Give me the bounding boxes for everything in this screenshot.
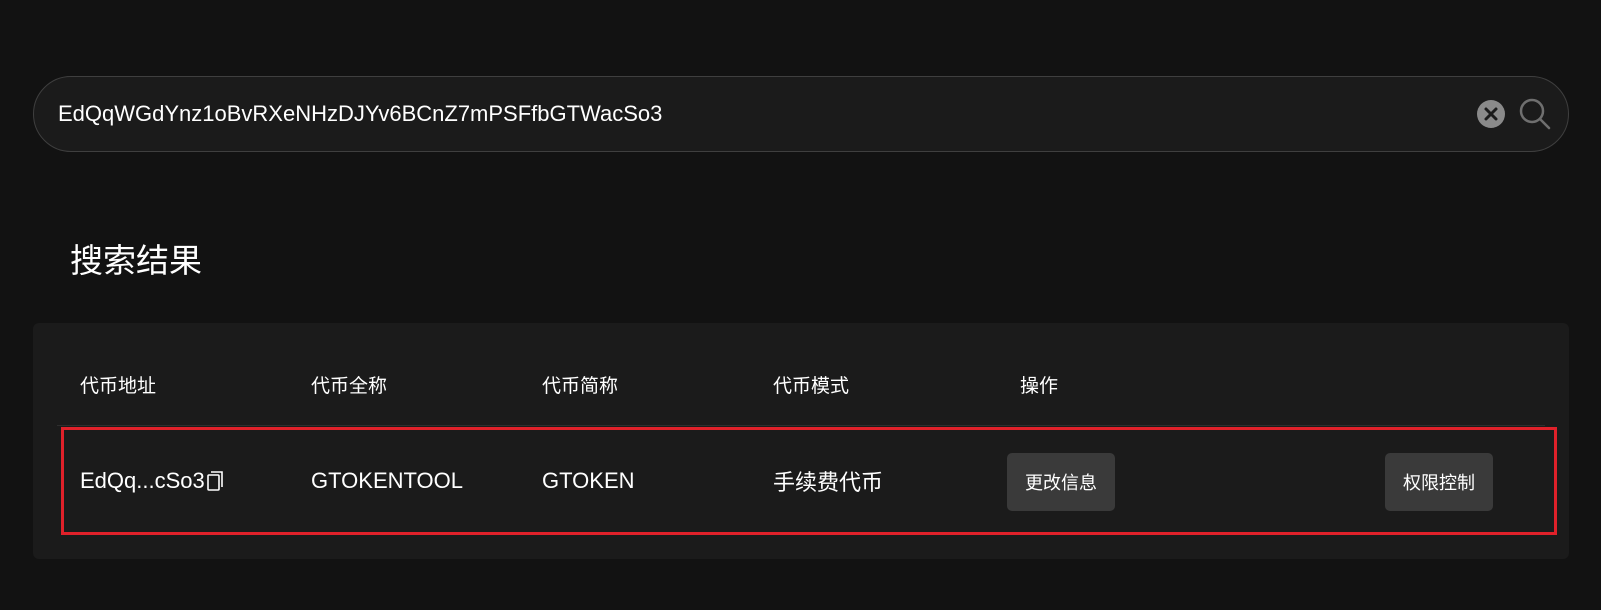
- column-header-actions: 操作: [1020, 375, 1059, 397]
- page: 搜索结果 代币地址 代币全称 代币简称 代币模式 操作 EdQq...cSo3 …: [0, 0, 1601, 610]
- results-table: 代币地址 代币全称 代币简称 代币模式 操作 EdQq...cSo3 GTOKE…: [33, 323, 1569, 559]
- section-title: 搜索结果: [70, 241, 202, 280]
- column-header-token-full-name: 代币全称: [311, 375, 388, 397]
- edit-info-button[interactable]: 更改信息: [1007, 453, 1115, 511]
- copy-icon[interactable]: [206, 469, 227, 493]
- token-short-name: GTOKEN: [542, 468, 635, 493]
- search-input[interactable]: [34, 77, 1476, 151]
- table-row: EdQq...cSo3 GTOKENTOOL GTOKEN 手续费代币 更改信息…: [61, 427, 1557, 535]
- header-divider: [57, 425, 1545, 426]
- token-address-cell: EdQq...cSo3: [80, 430, 227, 532]
- search-icon[interactable]: [1518, 97, 1552, 131]
- search-bar: [33, 76, 1569, 152]
- token-address: EdQq...cSo3: [80, 468, 205, 493]
- close-circle-icon[interactable]: [1476, 99, 1506, 129]
- column-header-token-address: 代币地址: [80, 375, 157, 397]
- permission-control-button[interactable]: 权限控制: [1385, 453, 1493, 511]
- column-header-token-mode: 代币模式: [773, 375, 850, 397]
- token-mode: 手续费代币: [773, 471, 884, 496]
- token-full-name: GTOKENTOOL: [311, 468, 464, 493]
- column-header-token-short-name: 代币简称: [542, 375, 619, 397]
